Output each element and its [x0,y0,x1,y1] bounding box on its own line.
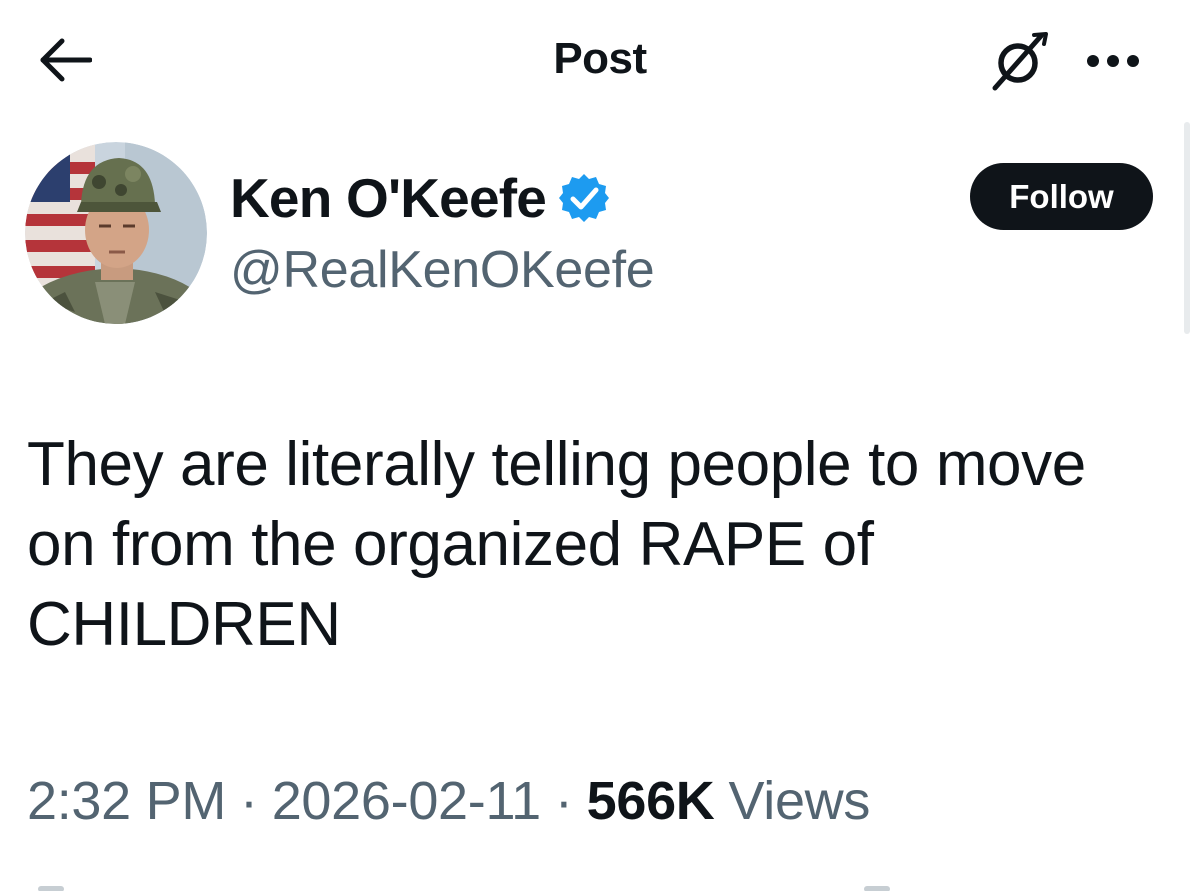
display-name[interactable]: Ken O'Keefe [230,166,547,230]
divider-fragment [864,886,890,891]
follow-button[interactable]: Follow [970,163,1153,230]
grok-slash-icon [989,30,1051,97]
arrow-left-icon [38,38,93,87]
views-label[interactable]: Views [729,770,871,832]
avatar[interactable] [25,142,207,324]
next-row-fragment [0,880,1200,891]
post-meta: 2:32 PM · 2026-02-11 · 566K Views [27,766,870,836]
more-horizontal-icon [1085,53,1141,74]
back-button[interactable] [30,30,100,94]
more-options-button[interactable] [1078,40,1148,86]
post-text: They are literally telling people to mov… [27,430,1086,659]
post-date[interactable]: 2026-02-11 [272,770,542,832]
views-count[interactable]: 566K [587,770,715,832]
top-bar: Post [0,0,1200,120]
verified-badge-icon[interactable] [558,172,610,224]
post-detail-screen: Post Ken O'Keefe @RealKenOKeefe Follow T… [0,0,1200,891]
avatar-photo [25,142,207,324]
meta-separator: · [240,771,258,831]
user-handle[interactable]: @RealKenOKeefe [230,240,655,300]
grok-button[interactable] [985,28,1055,98]
author-name-row: Ken O'Keefe [230,163,610,233]
divider-fragment [38,886,64,891]
scrollbar[interactable] [1184,122,1190,334]
meta-separator: · [554,771,573,831]
post-time[interactable]: 2:32 PM [27,770,226,832]
